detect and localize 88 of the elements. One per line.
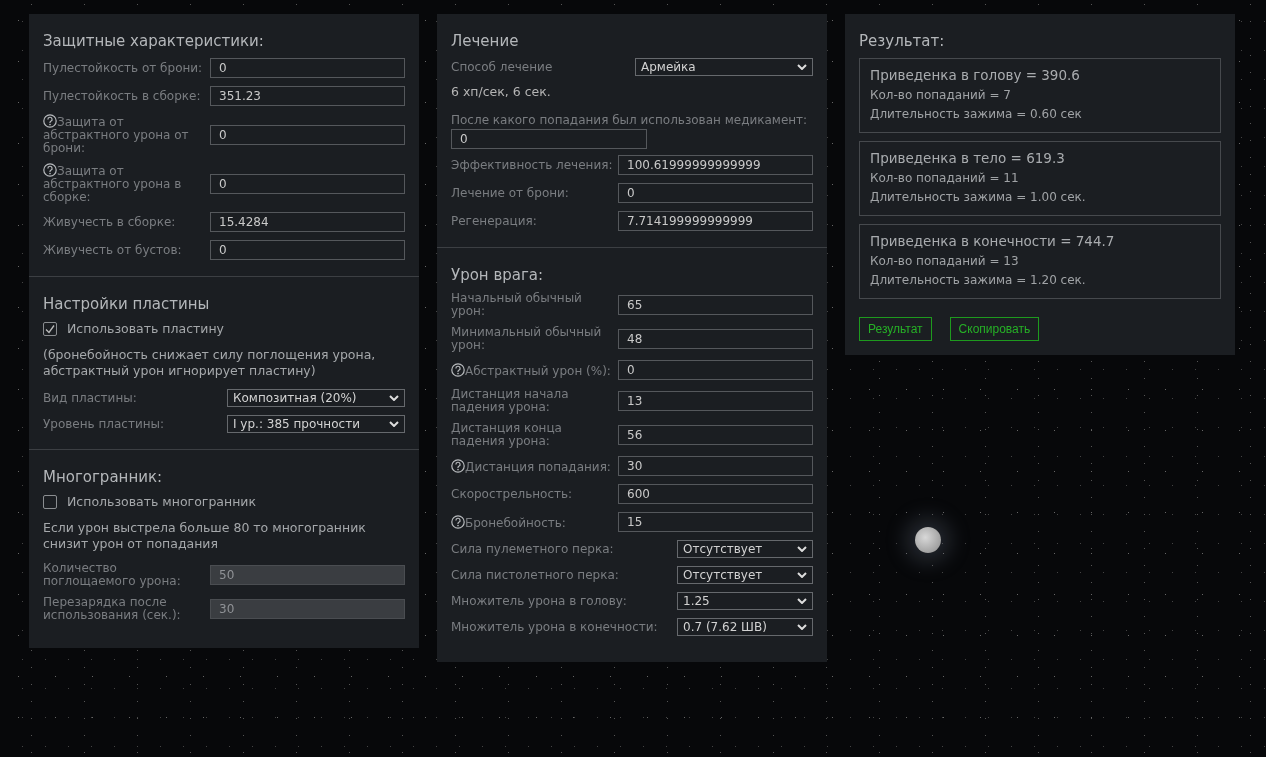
field-label: Перезарядка после использования (сек.): [43,596,182,622]
result-title: Приведенка в тело = 619.3 [870,150,1066,166]
dropdown[interactable]: 0.7 (7.62 ШВ) [677,618,813,636]
caret-icon [797,64,807,70]
caret-icon [797,598,807,604]
help-icon[interactable] [451,362,465,377]
section-title: Многогранник: [43,468,164,486]
input-field[interactable]: 0 [210,58,405,78]
checkbox[interactable] [43,322,57,336]
input-field[interactable]: 0 [618,360,813,380]
field-label: Скорострельность: [451,487,574,501]
input-field[interactable]: 0 [451,129,647,149]
dropdown[interactable]: I ур.: 385 прочности [227,415,405,433]
help-icon[interactable] [451,458,465,473]
input-field[interactable]: 0 [210,173,405,194]
field-label: Множитель урона в конечности: [451,620,659,634]
section-title: Лечение [451,32,520,50]
duration-text: Длительность зажима = 1.20 сек. [870,273,1087,287]
note-text: 6 хп/сек, 6 сек. [451,84,552,100]
field-label: Уровень пластины: [43,417,166,431]
dropdown[interactable]: Отсутствует [677,540,813,558]
action-button[interactable]: Скопировать [949,317,1040,341]
dropdown[interactable]: Отсутствует [677,566,813,584]
duration-text: Длительность зажима = 0.60 сек [870,107,1083,121]
field-label: Лечение от брони: [451,186,570,200]
input-field[interactable]: 100.61999999999999 [618,155,813,175]
input-field[interactable]: 600 [618,484,813,504]
field-label: Регенерация: [451,214,538,228]
caret-icon [389,395,399,401]
dropdown[interactable]: 1.25 [677,592,813,610]
input-field[interactable]: 7.714199999999999 [618,211,813,231]
result-title: Приведенка в голову = 390.6 [870,67,1081,83]
input-field[interactable]: 0 [210,124,405,145]
caret-icon [389,421,399,427]
field-label: Количество поглощаемого урона: [43,562,182,588]
checkbox-label: Использовать пластину [67,321,224,337]
action-button[interactable]: Результат [859,317,932,341]
hits-text: Кол-во попаданий = 7 [870,88,1012,102]
checkbox-label: Использовать многогранник [67,494,256,510]
result-title: Приведенка в конечности = 744.7 [870,233,1116,249]
caret-icon [797,572,807,578]
field-label: Абстрактный урон (%): [451,362,614,378]
section-title: Результат: [859,32,946,50]
section-title: Настройки пластины [43,295,211,313]
note-text: (бронебойность снижает силу поглощения урона, абстрактный урон игнорирует пластину) [43,347,377,379]
input-field[interactable]: 65 [618,295,813,315]
field-label: Способ лечение [451,60,554,74]
section-title: Защитные характеристики: [43,32,265,50]
dropdown[interactable]: Армейка [635,58,813,76]
field-label: Минимальный обычный урон: [451,326,603,352]
field-label: Живучесть от бустов: [43,243,183,257]
hits-text: Кол-во попаданий = 13 [870,254,1020,268]
field-label: Дистанция начала падения урона: [451,388,570,414]
duration-text: Длительность зажима = 1.00 сек. [870,190,1087,204]
field-label: Сила пистолетного перка: [451,568,620,582]
field-label: Эффективность лечения: [451,158,614,172]
field-label: Сила пулеметного перка: [451,542,615,556]
field-label: Пулестойкость от брони: [43,61,204,75]
input-field[interactable]: 56 [618,425,813,445]
input-field[interactable]: 351.23 [210,86,405,106]
input-field[interactable]: 15 [618,512,813,532]
field-label: Бронебойность: [451,514,614,530]
help-icon[interactable] [43,114,57,128]
input-field[interactable]: 0 [210,240,405,260]
field-label: Начальный обычный урон: [451,292,583,318]
hits-text: Кол-во попаданий = 11 [870,171,1020,185]
field-label: Пулестойкость в сборке: [43,89,202,103]
field-label: Защита от абстрактного урона от брони: [43,114,190,155]
checkbox[interactable] [43,495,57,509]
input-field[interactable]: 0 [618,183,813,203]
field-label: Множитель урона в голову: [451,594,628,608]
dropdown[interactable]: Композитная (20%) [227,389,405,407]
help-icon[interactable] [451,514,465,529]
input-field[interactable]: 30 [618,456,813,476]
field-label: Вид пластины: [43,391,138,405]
input-field[interactable]: 13 [618,391,813,411]
input-field[interactable]: 48 [618,329,813,349]
caret-icon [797,546,807,552]
field-label: Защита от абстрактного урона в сборке: [43,163,183,204]
help-icon[interactable] [43,163,57,177]
field-label: Живучесть в сборке: [43,215,177,229]
note-text: Если урон выстрела больше 80 то многогранник снизит урон от попадания [43,520,367,552]
field-label: Дистанция конца падения урона: [451,422,563,448]
section-title: Урон врага: [451,266,545,284]
field-label: Дистанция попадания: [451,458,614,474]
field-label: После какого попадания был использован медикамент: [451,114,809,127]
caret-icon [797,624,807,630]
input-field[interactable]: 15.4284 [210,212,405,232]
